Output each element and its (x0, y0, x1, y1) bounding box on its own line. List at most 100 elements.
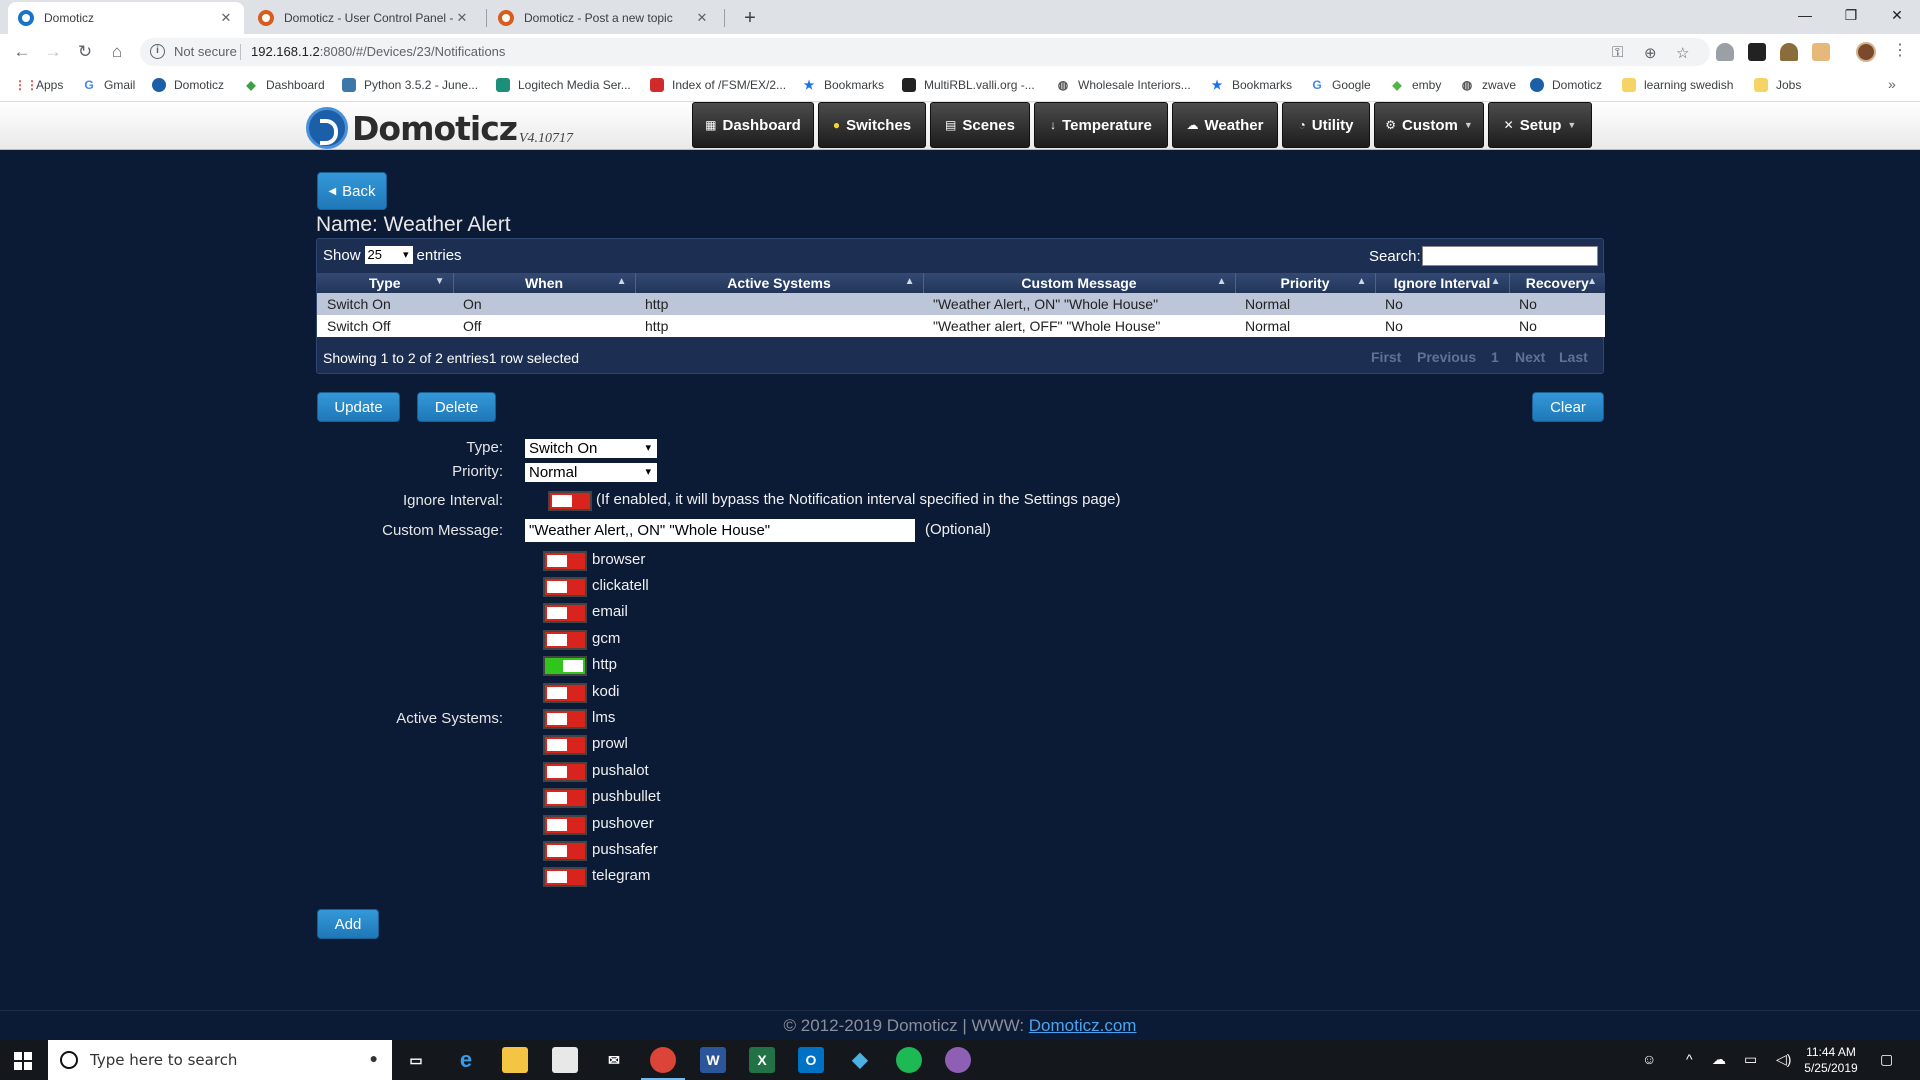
security-label[interactable]: Not secure (174, 44, 237, 59)
nav-scenes[interactable]: ▤ Scenes (930, 102, 1030, 148)
bookmark-item[interactable]: MultiRBL.valli.org -... (902, 78, 1035, 92)
nav-switches[interactable]: ● Switches (818, 102, 926, 148)
column-header-when[interactable]: When ▲ (453, 273, 636, 293)
image-extension-icon[interactable] (1812, 43, 1830, 61)
page-size-select[interactable]: 25 (364, 246, 413, 264)
kodi-icon[interactable]: ◆ (847, 1047, 873, 1073)
microphone-icon[interactable]: ● (370, 1050, 378, 1066)
nav-setup[interactable]: ✕ Setup ▼ (1488, 102, 1592, 148)
taskbar-search-box[interactable]: Type here to search ● (48, 1040, 392, 1080)
nav-dashboard[interactable]: ▦ Dashboard (692, 102, 814, 148)
system-toggle-clickatell[interactable] (543, 577, 587, 597)
clear-button[interactable]: Clear (1532, 392, 1604, 422)
ignore-interval-toggle[interactable] (548, 491, 592, 511)
people-icon[interactable]: ☺ (1642, 1051, 1656, 1067)
back-button[interactable]: ◀ Back (317, 172, 387, 210)
system-clock[interactable]: 11:44 AM 5/25/2019 (1796, 1044, 1866, 1076)
key-icon[interactable]: ⚿ (1612, 44, 1623, 61)
new-tab-plus-icon[interactable]: + (736, 4, 764, 32)
ng-extension-icon[interactable] (1748, 43, 1766, 61)
task-view-icon[interactable]: ▭ (403, 1047, 429, 1073)
alert-extension-icon[interactable] (1780, 43, 1798, 61)
column-header-custom-message[interactable]: Custom Message ▲ (923, 273, 1236, 293)
system-toggle-pushsafer[interactable] (543, 841, 587, 861)
column-header-recovery[interactable]: Recovery ▲ (1509, 273, 1605, 293)
reload-icon[interactable]: ↻ (73, 40, 97, 64)
table-row-selected[interactable]: Switch On On http "Weather Alert,, ON" "… (317, 293, 1605, 315)
browser-menu-icon[interactable]: ⋮ (1892, 40, 1908, 60)
mail-icon[interactable]: ✉ (601, 1047, 627, 1073)
pagination-previous[interactable]: Previous (1417, 349, 1476, 365)
system-toggle-lms[interactable] (543, 709, 587, 729)
priority-select[interactable]: Normal (525, 463, 657, 482)
type-select[interactable]: Switch On (525, 439, 657, 458)
column-header-type[interactable]: Type ▼ (317, 273, 454, 293)
bookmark-item[interactable]: G Gmail (82, 78, 135, 92)
bookmark-item[interactable]: G Google (1310, 78, 1370, 92)
bookmark-item[interactable]: ◍ Wholesale Interiors... (1056, 78, 1191, 92)
file-explorer-icon[interactable] (502, 1047, 528, 1073)
system-toggle-gcm[interactable] (543, 630, 587, 650)
bookmark-item[interactable]: ⋮⋮ Apps (14, 78, 63, 92)
custom-message-input[interactable]: "Weather Alert,, ON" "Whole House" (525, 519, 915, 542)
system-toggle-pushover[interactable] (543, 815, 587, 835)
bookmark-item[interactable]: Logitech Media Ser... (496, 78, 631, 92)
system-toggle-pushbullet[interactable] (543, 788, 587, 808)
delete-button[interactable]: Delete (417, 392, 496, 422)
restore-window-icon[interactable]: ❐ (1828, 0, 1874, 30)
chevron-up-icon[interactable]: ^ (1686, 1051, 1693, 1067)
search-input[interactable] (1422, 246, 1598, 266)
bookmark-item[interactable]: Jobs (1754, 78, 1801, 92)
profile-avatar[interactable] (1856, 42, 1876, 62)
store-icon[interactable] (552, 1047, 578, 1073)
system-toggle-prowl[interactable] (543, 735, 587, 755)
nav-custom[interactable]: ⚙ Custom ▼ (1374, 102, 1484, 148)
pagination-next[interactable]: Next (1515, 349, 1545, 365)
table-row[interactable]: Switch Off Off http "Weather alert, OFF"… (317, 315, 1605, 337)
address-bar[interactable]: i Not secure 192.168.1.2:8080/#/Devices/… (140, 38, 1710, 66)
chrome-icon[interactable] (641, 1047, 685, 1080)
back-arrow-icon[interactable]: ← (10, 40, 34, 64)
system-toggle-kodi[interactable] (543, 683, 587, 703)
system-toggle-browser[interactable] (543, 551, 587, 571)
bookmark-item[interactable]: Domoticz (1530, 78, 1602, 92)
browser-tab-domoticz[interactable]: Domoticz ✕ (8, 2, 244, 34)
action-center-icon[interactable]: ▢ (1880, 1051, 1893, 1068)
minimize-window-icon[interactable]: — (1782, 0, 1828, 30)
update-button[interactable]: Update (317, 392, 400, 422)
windows-start-icon[interactable] (14, 1052, 32, 1070)
system-toggle-http[interactable] (543, 656, 587, 676)
spotify-icon[interactable] (896, 1047, 922, 1073)
close-tab-icon[interactable]: ✕ (454, 10, 470, 26)
bookmark-item[interactable]: learning swedish (1622, 78, 1733, 92)
browser-tab-post-new-topic[interactable]: Domoticz - Post a new topic ✕ (488, 2, 720, 34)
network-icon[interactable]: ▭ (1744, 1051, 1757, 1068)
edge-icon[interactable]: e (453, 1047, 479, 1073)
system-toggle-pushalot[interactable] (543, 762, 587, 782)
column-header-ignore-interval[interactable]: Ignore Interval ▲ (1375, 273, 1510, 293)
bookmark-item[interactable]: ◆ Dashboard (244, 78, 324, 92)
add-button[interactable]: Add (317, 909, 379, 939)
onedrive-cloud-icon[interactable]: ☁ (1712, 1051, 1726, 1068)
system-toggle-email[interactable] (543, 603, 587, 623)
download-extension-icon[interactable] (1716, 43, 1734, 61)
bookmark-item[interactable]: Python 3.5.2 - June... (342, 78, 478, 92)
bookmark-item[interactable]: Index of /FSM/EX/2... (650, 78, 786, 92)
nav-utility[interactable]: ◔ Utility (1282, 102, 1370, 148)
close-window-icon[interactable]: ✕ (1874, 0, 1920, 30)
bookmark-star-icon[interactable]: ☆ (1676, 44, 1689, 62)
bookmark-item[interactable]: ★ Bookmarks (1210, 78, 1292, 92)
info-icon[interactable]: i (150, 44, 165, 59)
nav-temperature[interactable]: ↓ Temperature (1034, 102, 1168, 148)
word-icon[interactable]: W (700, 1047, 726, 1073)
bookmarks-overflow-icon[interactable]: » (1888, 76, 1896, 92)
column-header-priority[interactable]: Priority ▲ (1235, 273, 1376, 293)
bookmark-item[interactable]: ◍ zwave (1460, 78, 1516, 92)
home-icon[interactable]: ⌂ (105, 40, 129, 64)
outlook-icon[interactable]: O (798, 1047, 824, 1073)
column-header-active-systems[interactable]: Active Systems ▲ (635, 273, 924, 293)
bookmark-item[interactable]: Domoticz (152, 78, 224, 92)
browser-tab-user-control-panel[interactable]: Domoticz - User Control Panel - ✕ (248, 2, 480, 34)
close-tab-icon[interactable]: ✕ (694, 10, 710, 26)
footer-website-link[interactable]: Domoticz.com (1029, 1016, 1137, 1035)
